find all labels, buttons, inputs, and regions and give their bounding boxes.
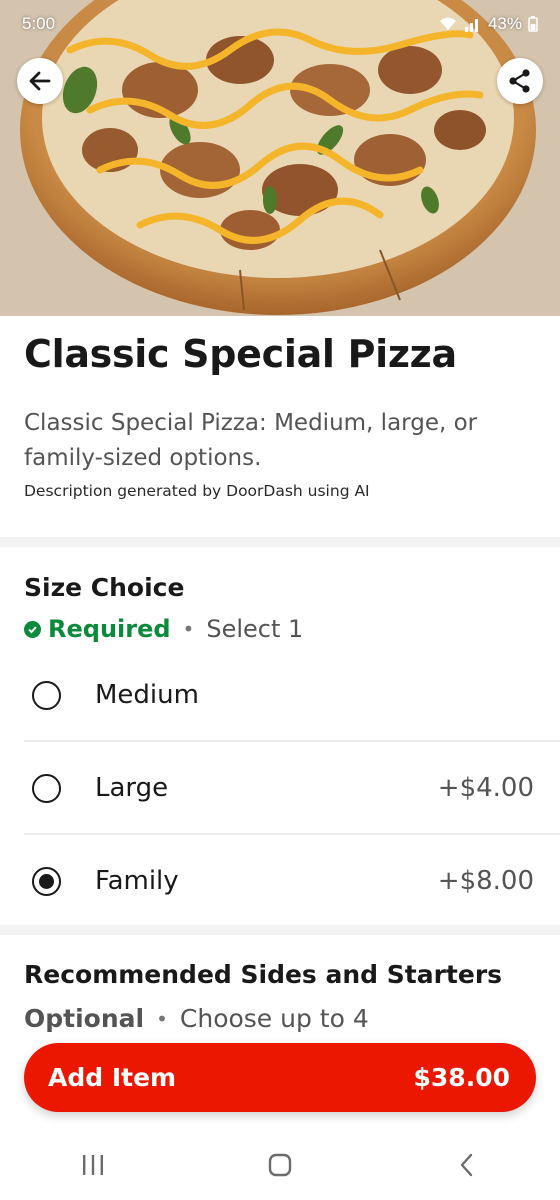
status-bar: 5:00 43% <box>0 0 560 48</box>
size-requirement-row: Required • Select 1 <box>24 615 303 643</box>
system-nav-bar <box>0 1130 560 1200</box>
separator-dot: • <box>182 617 195 641</box>
separator-dot: • <box>156 1006 168 1031</box>
option-price: +$4.00 <box>437 773 534 803</box>
ai-description-note: Description generated by DoorDash using … <box>24 482 370 500</box>
home-button[interactable] <box>250 1145 310 1185</box>
recent-apps-icon <box>83 1155 104 1175</box>
option-label: Family <box>95 866 179 896</box>
select-count-label: Select 1 <box>206 615 304 643</box>
size-option-medium[interactable]: Medium <box>24 649 536 741</box>
radio-button-selected[interactable] <box>32 866 61 896</box>
optional-label: Optional <box>24 1004 145 1033</box>
pizza-hero-image: 5:00 43% <box>0 0 560 316</box>
required-label: Required <box>48 615 171 643</box>
recent-apps-button[interactable] <box>63 1145 123 1185</box>
radio-button[interactable] <box>32 680 61 710</box>
radio-button[interactable] <box>32 773 61 803</box>
size-option-large[interactable]: Large +$4.00 <box>24 742 536 834</box>
item-title: Classic Special Pizza <box>24 332 457 376</box>
size-option-family[interactable]: Family +$8.00 <box>24 835 536 927</box>
option-label: Large <box>95 773 169 803</box>
add-item-price: $38.00 <box>413 1063 510 1092</box>
sides-section-title: Recommended Sides and Starters <box>24 960 503 989</box>
check-circle-icon <box>24 620 41 638</box>
size-choice-title: Size Choice <box>24 573 185 602</box>
add-item-button[interactable]: Add Item $38.00 <box>24 1043 536 1112</box>
back-button[interactable] <box>17 58 63 104</box>
item-description: Classic Special Pizza: Medium, large, or… <box>24 410 478 471</box>
choose-count-label: Choose up to 4 <box>179 1004 369 1033</box>
battery-icon <box>528 16 538 32</box>
share-button[interactable] <box>497 58 543 104</box>
option-price: +$8.00 <box>437 866 534 896</box>
home-icon <box>268 1153 292 1177</box>
battery-percent: 43% <box>487 14 522 33</box>
section-divider <box>0 925 560 935</box>
add-item-label: Add Item <box>48 1063 177 1092</box>
share-icon <box>509 69 530 93</box>
arrow-left-icon <box>29 71 51 91</box>
back-icon <box>460 1153 472 1177</box>
status-time: 5:00 <box>22 14 56 33</box>
wifi-icon <box>439 17 456 30</box>
system-back-button[interactable] <box>437 1145 497 1185</box>
sides-requirement-row: Optional • Choose up to 4 <box>24 1004 369 1033</box>
section-divider <box>0 537 560 547</box>
signal-icon <box>464 19 478 32</box>
option-label: Medium <box>95 680 199 710</box>
